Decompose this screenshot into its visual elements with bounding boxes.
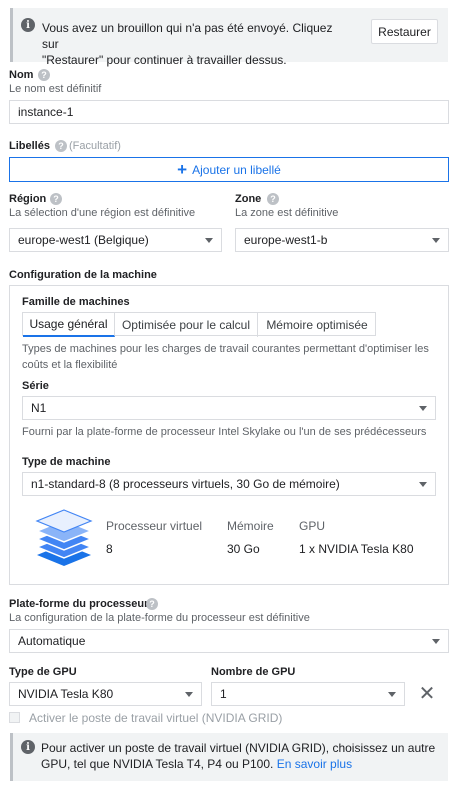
add-label-text: Ajouter un libellé: [192, 162, 281, 177]
series-select[interactable]: N1: [22, 396, 436, 420]
series-value: N1: [31, 401, 47, 415]
spec-cpu-header: Processeur virtuel: [106, 519, 203, 533]
machine-family-description: Types de machines pour les charges de tr…: [22, 341, 429, 373]
close-icon[interactable]: ✕: [417, 684, 437, 704]
machine-stack-icon: [35, 509, 93, 566]
help-icon[interactable]: ?: [50, 193, 62, 205]
gpu-type-select[interactable]: NVIDIA Tesla K80: [9, 682, 202, 706]
machine-family-label: Famille de machines: [22, 296, 130, 308]
chevron-down-icon: [419, 481, 427, 487]
zone-hint: La zone est définitive: [235, 207, 339, 219]
chevron-down-icon: [432, 638, 440, 644]
chevron-down-icon: [185, 691, 193, 697]
info-icon: i: [21, 18, 35, 32]
cpu-platform-hint: La configuration de la plate-forme du pr…: [9, 612, 310, 624]
labels-optional: (Facultatif): [69, 140, 121, 152]
name-hint: Le nom est définitif: [9, 83, 102, 95]
cpu-platform-label: Plate-forme du processeur: [9, 598, 149, 610]
spec-gpu-header: GPU: [299, 519, 326, 533]
help-icon[interactable]: ?: [38, 69, 50, 81]
gpu-info-line2: GPU, tel que NVIDIA Tesla T4, P4 ou P100…: [41, 757, 274, 771]
series-label: Série: [22, 380, 49, 392]
region-select[interactable]: europe-west1 (Belgique): [9, 228, 222, 252]
help-icon[interactable]: ?: [267, 193, 279, 205]
draft-banner: i Vous avez un brouillon qui n'a pas été…: [10, 8, 448, 67]
zone-value: europe-west1-b: [244, 233, 328, 247]
region-label: Région: [9, 193, 47, 205]
tab-compute-optimized[interactable]: Optimisée pour le calcul: [115, 313, 258, 337]
chevron-down-icon: [419, 405, 427, 411]
tab-memory-optimized[interactable]: Mémoire optimisée: [258, 313, 376, 337]
spec-memory-value: 30 Go: [227, 542, 260, 556]
virtual-workstation-label: Activer le poste de travail virtuel (NVI…: [29, 711, 283, 725]
labels-label: Libellés: [9, 140, 50, 152]
gpu-count-value: 1: [220, 687, 227, 701]
gpu-type-label: Type de GPU: [9, 666, 77, 678]
tab-general-purpose[interactable]: Usage général: [23, 313, 115, 337]
cpu-platform-value: Automatique: [18, 634, 86, 648]
machine-config-title: Configuration de la machine: [9, 269, 157, 281]
name-label: Nom: [9, 69, 34, 81]
machine-family-tabs: Usage général Optimisée pour le calcul M…: [22, 312, 376, 337]
info-icon: i: [21, 740, 35, 754]
draft-message-line2: "Restaurer" pour continuer à travailler …: [42, 53, 287, 67]
spec-gpu-value: 1 x NVIDIA Tesla K80: [299, 542, 414, 556]
region-value: europe-west1 (Belgique): [18, 233, 149, 247]
add-label-button[interactable]: + Ajouter un libellé: [9, 157, 449, 182]
region-hint: La sélection d'une région est définitive: [9, 207, 196, 219]
name-input[interactable]: instance-1: [9, 100, 449, 124]
machine-config-panel: Famille de machines Usage général Optimi…: [9, 285, 449, 585]
gpu-type-value: NVIDIA Tesla K80: [18, 687, 114, 701]
virtual-workstation-checkbox[interactable]: [9, 712, 20, 723]
zone-label: Zone: [235, 193, 262, 205]
plus-icon: +: [177, 159, 188, 179]
chevron-down-icon: [432, 237, 440, 243]
family-desc-line2: coûts et la flexibilité: [22, 359, 118, 371]
machine-type-value: n1-standard-8 (8 processeurs virtuels, 3…: [31, 477, 340, 491]
cpu-platform-select[interactable]: Automatique: [9, 629, 449, 653]
learn-more-link[interactable]: En savoir plus: [277, 757, 352, 771]
gpu-count-label: Nombre de GPU: [211, 666, 296, 678]
zone-select[interactable]: europe-west1-b: [235, 228, 449, 252]
help-icon[interactable]: ?: [55, 140, 67, 152]
series-description: Fourni par la plate-forme de processeur …: [22, 426, 427, 438]
restore-button[interactable]: Restaurer: [371, 19, 438, 44]
chevron-down-icon: [388, 691, 396, 697]
family-desc-line1: Types de machines pour les charges de tr…: [22, 343, 429, 355]
gpu-info-banner: i Pour activer un poste de travail virtu…: [10, 733, 448, 781]
draft-message-line1: Vous avez un brouillon qui n'a pas été e…: [42, 21, 333, 51]
machine-type-label: Type de machine: [22, 456, 111, 468]
spec-memory-header: Mémoire: [227, 519, 274, 533]
gpu-count-select[interactable]: 1: [211, 682, 405, 706]
gpu-info-line1: Pour activer un poste de travail virtuel…: [41, 741, 436, 755]
draft-message: Vous avez un brouillon qui n'a pas été e…: [42, 20, 342, 68]
help-icon[interactable]: ?: [146, 598, 158, 610]
machine-type-select[interactable]: n1-standard-8 (8 processeurs virtuels, 3…: [22, 472, 436, 496]
chevron-down-icon: [205, 237, 213, 243]
spec-cpu-value: 8: [106, 542, 113, 556]
gpu-info-text: Pour activer un poste de travail virtuel…: [41, 740, 441, 772]
